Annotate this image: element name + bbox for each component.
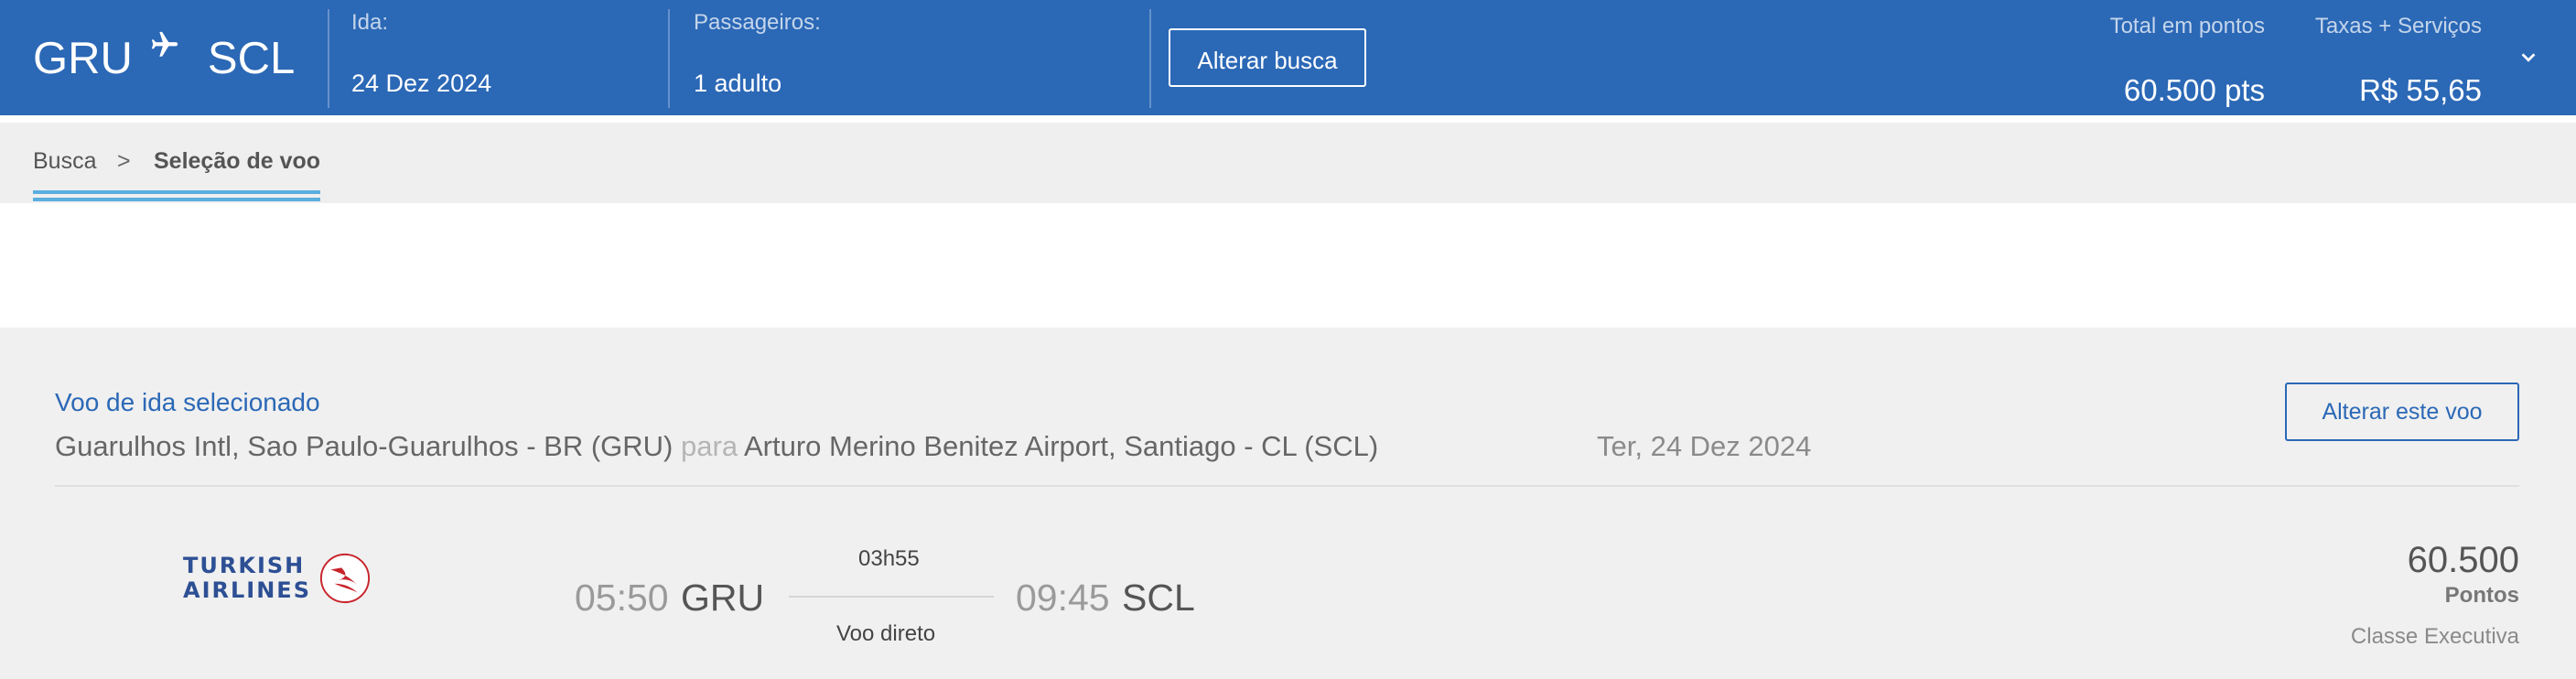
passengers-label: Passageiros: [694, 10, 821, 35]
total-points-value: 60.500 pts [2123, 73, 2265, 107]
departure-label: Ida: [351, 10, 389, 35]
plane-icon [151, 31, 178, 57]
route-connector: para [681, 430, 738, 462]
fees-label: Taxas + Serviços [2314, 14, 2482, 38]
airline-emblem-icon [319, 553, 371, 604]
duration-line [789, 596, 994, 598]
section-divider [55, 485, 2519, 487]
breadcrumb-item-flight-selection: Seleção de voo [154, 148, 321, 174]
route-summary: GRU SCL [33, 31, 296, 84]
breadcrumb-separator: > [117, 148, 131, 174]
breadcrumb-active-indicator [33, 190, 320, 201]
destination-code: SCL [207, 34, 296, 83]
divider [1149, 9, 1151, 108]
divider [668, 9, 670, 108]
total-points-label: Total em pontos [2109, 14, 2265, 38]
departure-date: 24 Dez 2024 [351, 70, 492, 97]
departure-time: 05:50 [575, 577, 669, 619]
selected-flight-date: Ter, 24 Dez 2024 [1597, 430, 1812, 462]
destination-airport: Arturo Merino Benitez Airport, Santiago … [743, 430, 1379, 462]
flight-duration: 03h55 [858, 546, 920, 571]
airline-name: TURKISH AIRLINES [183, 553, 311, 603]
arrival-time: 09:45 [1016, 577, 1110, 619]
arrival-airport-code: SCL [1122, 577, 1195, 619]
passengers-value: 1 adulto [694, 70, 782, 97]
content-spacer [0, 203, 2576, 328]
header-divider [0, 115, 2576, 123]
breadcrumb-item-search[interactable]: Busca [33, 148, 96, 175]
fees-value: R$ 55,65 [2359, 73, 2482, 107]
cabin-class: Classe Executiva [2350, 624, 2519, 649]
flight-price: 60.500 [2407, 540, 2519, 580]
origin-code: GRU [33, 34, 133, 83]
divider [328, 9, 329, 108]
turkish-airlines-logo: TURKISH AIRLINES [183, 552, 372, 605]
change-flight-button[interactable]: Alterar este voo [2285, 383, 2519, 441]
chevron-down-icon[interactable] [2518, 48, 2538, 68]
change-search-button[interactable]: Alterar busca [1169, 28, 1366, 87]
origin-airport: Guarulhos Intl, Sao Paulo-Guarulhos - BR… [55, 430, 674, 462]
search-summary-header: GRU SCL Ida: 24 Dez 2024 Passageiros: 1 … [0, 0, 2576, 115]
selected-flight-route: Guarulhos Intl, Sao Paulo-Guarulhos - BR… [55, 430, 1378, 463]
selected-flight-title: Voo de ida selecionado [55, 388, 320, 416]
departure-airport-code: GRU [681, 577, 765, 619]
breadcrumb: Busca > Seleção de voo [0, 123, 2576, 203]
selected-flight-section [0, 328, 2576, 679]
flight-stops: Voo direto [836, 621, 936, 646]
price-unit: Pontos [2444, 583, 2519, 608]
